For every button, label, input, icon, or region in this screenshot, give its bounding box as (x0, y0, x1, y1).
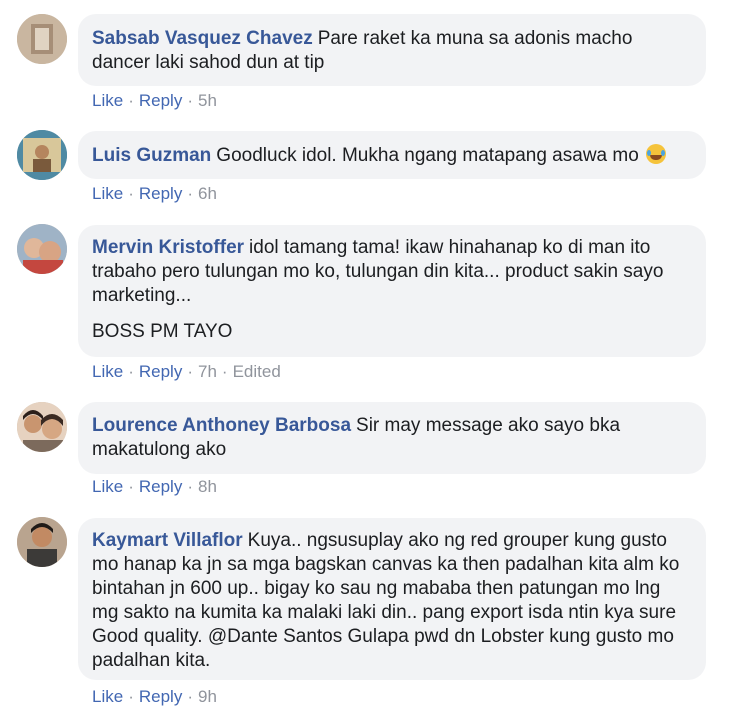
comment-timestamp[interactable]: 8h (198, 477, 217, 496)
comment-text-second: BOSS PM TAYO (92, 321, 233, 342)
reply-button[interactable]: Reply (139, 91, 182, 110)
avatar[interactable] (17, 130, 67, 180)
comment-bubble: Sabsab Vasquez Chavez Pare raket ka muna … (78, 14, 706, 86)
comment-text: Goodluck idol. Mukha ngang matapang asaw… (216, 145, 639, 166)
separator: · (128, 91, 134, 110)
comment-author[interactable]: Mervin Kristoffer (92, 237, 244, 258)
like-button[interactable]: Like (92, 184, 123, 203)
like-button[interactable]: Like (92, 477, 123, 496)
comment-bubble: Lourence Anthoney Barbosa Sir may message… (78, 402, 706, 474)
comment-timestamp[interactable]: 7h (198, 362, 217, 381)
comment-actions: Like · Reply · 6h (92, 184, 217, 204)
avatar[interactable] (17, 224, 67, 274)
separator: · (221, 362, 228, 381)
reply-button[interactable]: Reply (139, 362, 182, 381)
comment-author[interactable]: Kaymart Villaflor (92, 530, 243, 551)
comment-bubble: Luis Guzman Goodluck idol. Mukha ngang ma… (78, 131, 706, 179)
separator: · (187, 687, 193, 706)
like-button[interactable]: Like (92, 687, 123, 706)
comment-timestamp[interactable]: 9h (198, 687, 217, 706)
reply-button[interactable]: Reply (139, 477, 182, 496)
comment-actions: Like · Reply · 7h · Edited (92, 362, 281, 382)
like-button[interactable]: Like (92, 362, 123, 381)
separator: · (128, 687, 134, 706)
like-button[interactable]: Like (92, 91, 123, 110)
comment-author[interactable]: Luis Guzman (92, 145, 211, 166)
comment-author[interactable]: Sabsab Vasquez Chavez (92, 28, 313, 49)
rofl-emoji-icon (646, 144, 667, 164)
comment-actions: Like · Reply · 8h (92, 477, 217, 497)
comment-bubble: Mervin Kristoffer idol tamang tama! ikaw … (78, 225, 706, 357)
reply-button[interactable]: Reply (139, 184, 182, 203)
comment-timestamp[interactable]: 6h (198, 184, 217, 203)
comment-text: Kuya.. ngsusuplay ako ng red grouper kun… (92, 530, 680, 671)
comment-actions: Like · Reply · 5h (92, 91, 217, 111)
separator: · (128, 477, 134, 496)
comment-actions: Like · Reply · 9h (92, 687, 217, 707)
separator: · (187, 477, 193, 496)
comment-author[interactable]: Lourence Anthoney Barbosa (92, 415, 351, 436)
separator: · (187, 184, 193, 203)
comment-timestamp[interactable]: 5h (198, 91, 217, 110)
separator: · (128, 184, 134, 203)
separator: · (128, 362, 134, 381)
avatar[interactable] (17, 14, 67, 64)
separator: · (187, 91, 193, 110)
separator: · (187, 362, 193, 381)
reply-button[interactable]: Reply (139, 687, 182, 706)
avatar[interactable] (17, 402, 67, 452)
avatar[interactable] (17, 517, 67, 567)
comment-bubble: Kaymart Villaflor Kuya.. ngsusuplay ako n… (78, 518, 706, 680)
edited-indicator[interactable]: Edited (233, 362, 281, 381)
